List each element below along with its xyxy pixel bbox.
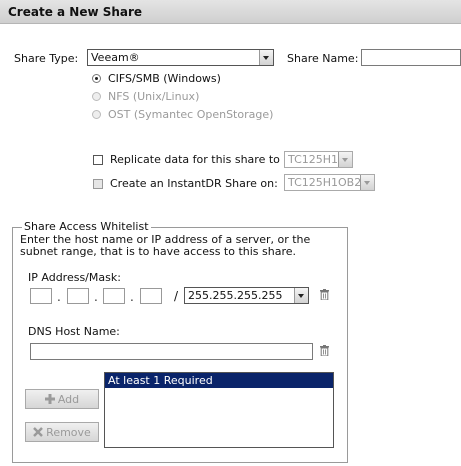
replicate-label: Replicate data for this share to	[110, 153, 280, 166]
ip-dot: .	[57, 290, 61, 304]
replicate-checkbox[interactable]	[93, 155, 103, 165]
ip-octet-2[interactable]	[67, 288, 89, 304]
replicate-target-select[interactable]: TC125H1	[284, 151, 353, 168]
dns-host-label: DNS Host Name:	[28, 325, 120, 338]
remove-button-label: Remove	[46, 425, 91, 439]
chevron-down-icon[interactable]	[294, 288, 308, 303]
mask-separator: /	[174, 289, 179, 303]
whitelist-legend: Share Access Whitelist	[22, 220, 151, 233]
share-type-select[interactable]: Veeam®	[87, 49, 274, 66]
radio-nfs-label: NFS (Unix/Linux)	[108, 90, 200, 103]
ip-octet-4[interactable]	[140, 288, 162, 304]
chevron-down-icon[interactable]	[259, 50, 273, 65]
radio-nfs[interactable]	[92, 92, 101, 101]
trash-icon[interactable]	[320, 345, 329, 356]
ip-dot: .	[130, 290, 134, 304]
ip-dot: .	[94, 290, 98, 304]
radio-ost[interactable]	[92, 110, 101, 119]
ip-address-label: IP Address/Mask:	[28, 271, 121, 284]
radio-cifs[interactable]	[92, 74, 101, 83]
share-name-label: Share Name:	[287, 52, 359, 65]
instantdr-target-value: TC125H1OB2	[288, 176, 362, 189]
remove-button[interactable]: Remove	[25, 422, 99, 442]
ip-octet-1[interactable]	[30, 288, 52, 304]
share-type-value: Veeam®	[91, 51, 140, 64]
dns-host-input[interactable]	[30, 343, 313, 360]
whitelist-description: Enter the host name or IP address of a s…	[20, 233, 311, 258]
close-icon	[33, 427, 44, 437]
subnet-mask-select[interactable]: 255.255.255.255	[184, 287, 309, 304]
panel-header: Create a New Share	[0, 0, 461, 24]
subnet-mask-value: 255.255.255.255	[188, 289, 283, 302]
add-button[interactable]: Add	[25, 389, 99, 409]
chevron-down-icon[interactable]	[360, 175, 374, 190]
instantdr-checkbox[interactable]	[93, 179, 103, 189]
whitelist-listbox[interactable]: At least 1 Required	[104, 372, 334, 448]
instantdr-target-select[interactable]: TC125H1OB2	[284, 174, 375, 191]
radio-cifs-label: CIFS/SMB (Windows)	[108, 72, 221, 85]
instantdr-label: Create an InstantDR Share on:	[110, 177, 278, 190]
panel-title: Create a New Share	[8, 5, 143, 19]
add-button-label: Add	[57, 392, 80, 406]
plus-icon	[44, 394, 55, 404]
replicate-target-value: TC125H1	[288, 153, 339, 166]
list-item[interactable]: At least 1 Required	[105, 373, 333, 388]
share-type-label: Share Type:	[14, 52, 79, 65]
radio-ost-label: OST (Symantec OpenStorage)	[108, 108, 274, 121]
ip-octet-3[interactable]	[103, 288, 125, 304]
chevron-down-icon[interactable]	[338, 152, 352, 167]
share-name-input[interactable]	[361, 49, 461, 66]
trash-icon[interactable]	[320, 289, 329, 300]
